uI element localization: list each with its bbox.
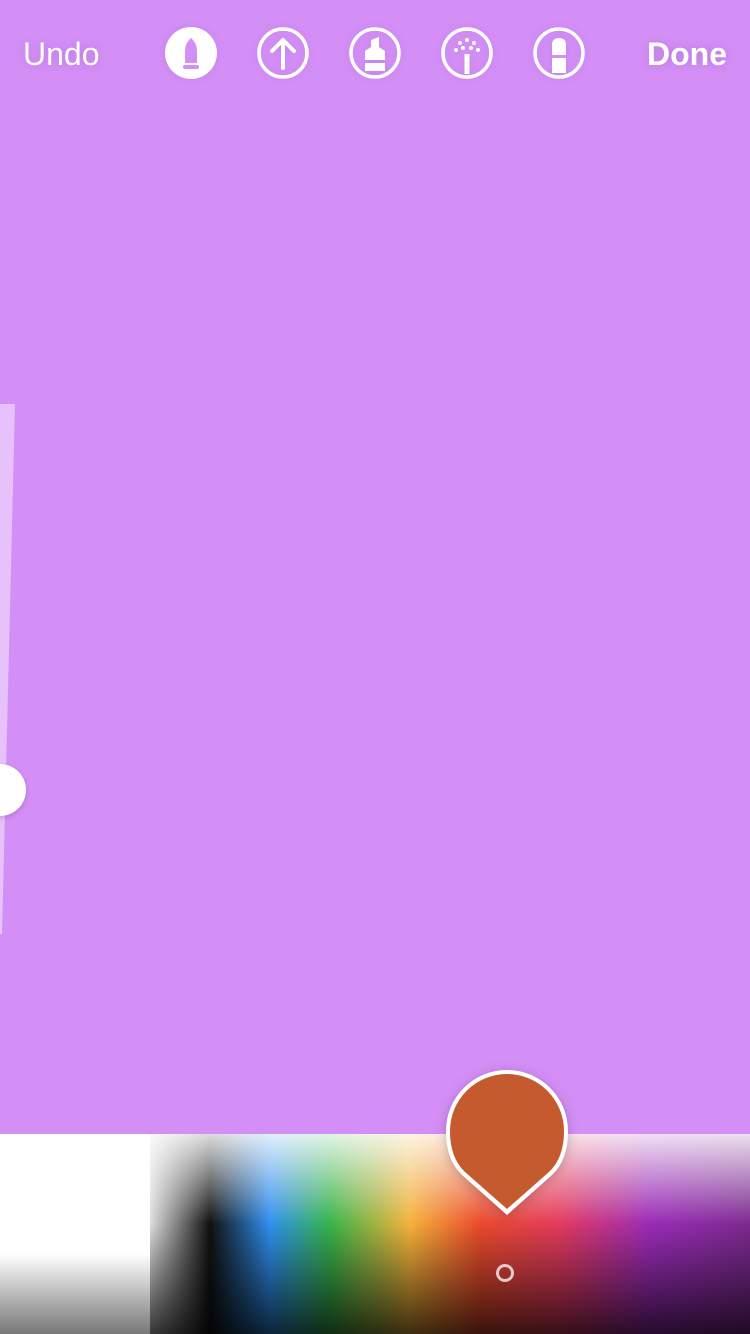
color-picker-cursor (496, 1264, 514, 1282)
marker-icon (349, 27, 401, 79)
arrow-up-icon (257, 27, 309, 79)
draw-toolbar: Undo Done (0, 0, 750, 110)
drawing-canvas[interactable] (0, 0, 750, 1134)
marker-tool-button[interactable] (349, 27, 401, 79)
done-button[interactable]: Done (647, 34, 727, 74)
undo-button[interactable]: Undo (23, 34, 100, 74)
chalk-tool-button[interactable] (441, 27, 493, 79)
color-gradient-picker[interactable] (0, 1134, 750, 1334)
arrow-tool-button[interactable] (257, 27, 309, 79)
eraser-icon (533, 27, 585, 79)
eraser-tool-button[interactable] (533, 27, 585, 79)
brush-size-slider[interactable] (0, 404, 16, 934)
pen-tool-button[interactable] (165, 27, 217, 79)
chalk-brush-icon (441, 27, 493, 79)
pen-tip-icon (165, 27, 217, 79)
selected-color-pin[interactable] (444, 1068, 570, 1218)
